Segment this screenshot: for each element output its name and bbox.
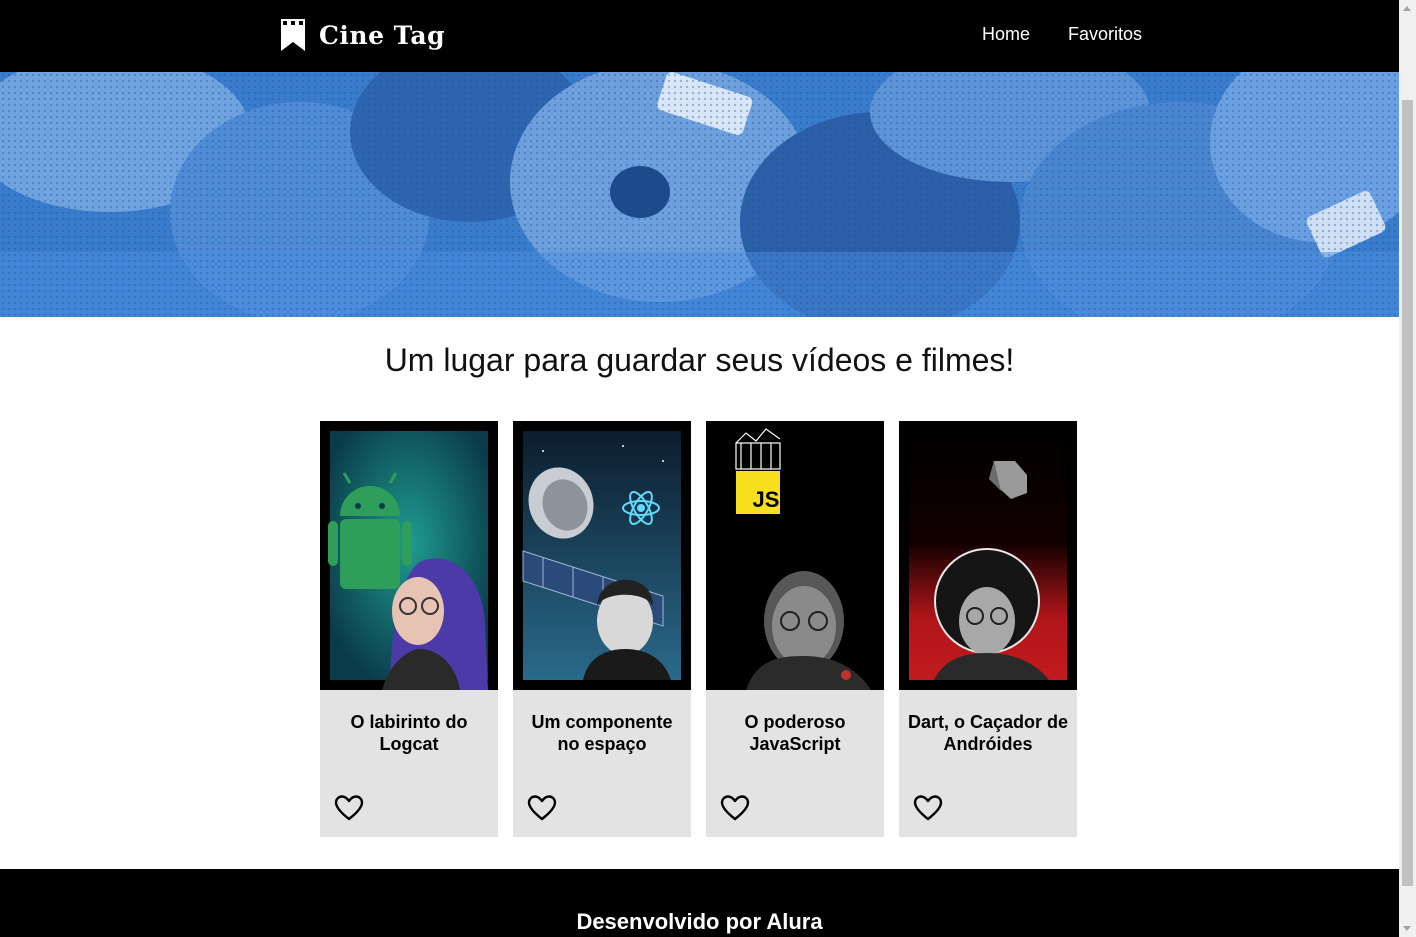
js-badge-text: JS <box>753 487 780 512</box>
heart-outline-icon <box>720 795 750 821</box>
video-title: O labirinto do Logcat <box>350 712 468 754</box>
video-title: Um componente no espaço <box>531 712 673 754</box>
react-space-thumbnail <box>522 431 681 680</box>
video-title: O poderoso JavaScript <box>744 712 846 754</box>
video-card[interactable]: Dart, o Caçador de Andróides <box>899 421 1077 837</box>
scroll-down-arrow-icon[interactable] <box>1403 926 1411 931</box>
favorite-button[interactable] <box>527 794 557 822</box>
heart-outline-icon <box>334 795 364 821</box>
video-card[interactable]: Um componente no espaço <box>513 421 691 837</box>
video-card-list: O labirinto do Logcat Um componente no e… <box>320 421 1077 837</box>
top-header: Cine Tag Home Favoritos <box>0 0 1399 72</box>
banner-audience-illustration <box>0 72 1399 317</box>
footer-credit: Desenvolvido por Alura <box>576 909 823 934</box>
favorite-button[interactable] <box>913 794 943 822</box>
vertical-scrollbar[interactable] <box>1399 0 1416 937</box>
video-card[interactable]: JS O poderoso JavaScript <box>706 421 884 837</box>
favorite-button[interactable] <box>720 794 750 822</box>
page-footer: Desenvolvido por Alura <box>0 869 1399 937</box>
nav-link-home[interactable]: Home <box>982 24 1030 45</box>
nav-link-favoritos[interactable]: Favoritos <box>1068 24 1142 45</box>
video-thumbnail[interactable] <box>899 421 1077 690</box>
page: Cine Tag Home Favoritos Um lugar para gu… <box>0 0 1399 937</box>
heart-outline-icon <box>527 795 557 821</box>
video-card[interactable]: O labirinto do Logcat <box>320 421 498 837</box>
main-nav: Home Favoritos <box>982 24 1142 45</box>
brand-logo[interactable]: Cine Tag <box>281 18 445 52</box>
video-title: Dart, o Caçador de Andróides <box>907 712 1069 754</box>
scroll-up-arrow-icon[interactable] <box>1403 6 1411 11</box>
favorite-button[interactable] <box>334 794 364 822</box>
javascript-thumbnail: JS <box>706 421 884 690</box>
video-thumbnail[interactable] <box>320 421 498 690</box>
video-thumbnail[interactable]: JS <box>706 421 884 690</box>
hero-banner-image <box>0 72 1399 317</box>
page-headline: Um lugar para guardar seus vídeos e film… <box>384 342 1015 378</box>
heart-outline-icon <box>913 795 943 821</box>
bookmark-film-icon <box>281 19 305 51</box>
video-thumbnail[interactable] <box>513 421 691 690</box>
scrollbar-thumb[interactable] <box>1402 100 1413 886</box>
android-logcat-thumbnail <box>328 431 488 690</box>
brand-name: Cine Tag <box>319 20 446 50</box>
dart-thumbnail <box>909 431 1067 680</box>
